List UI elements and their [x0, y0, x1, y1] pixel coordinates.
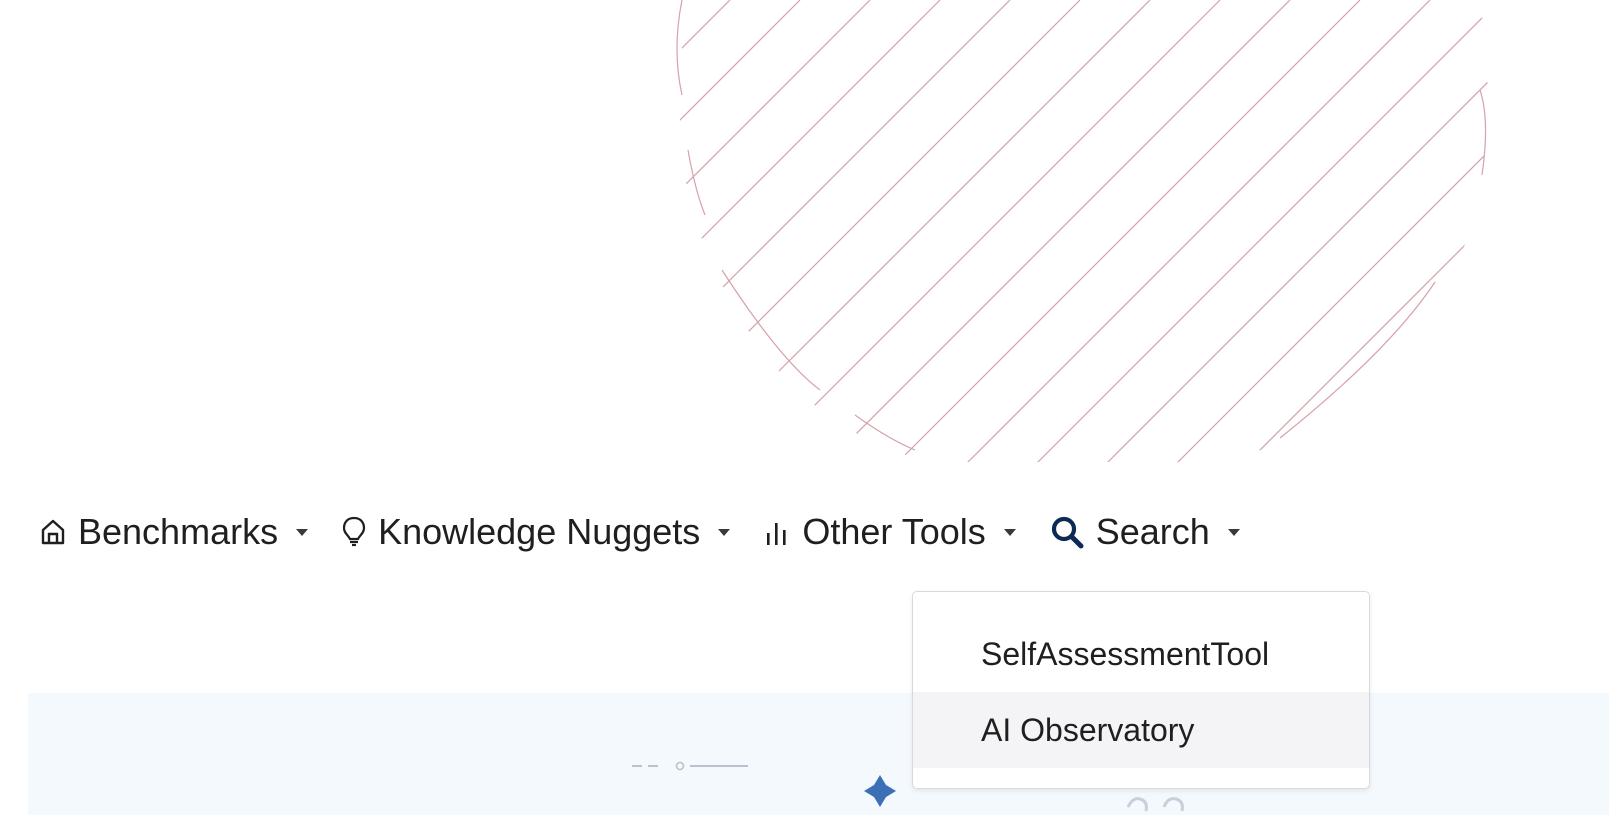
search-icon [1050, 515, 1084, 549]
nav-item-other-tools[interactable]: Other Tools [764, 511, 1016, 553]
page: Benchmarks Knowledge Nuggets Other Tools… [0, 0, 1609, 815]
banner-decoration [632, 761, 1184, 812]
main-navbar: Benchmarks Knowledge Nuggets Other Tools… [40, 500, 1274, 564]
nav-item-label: Search [1095, 511, 1210, 552]
lightbulb-icon [342, 516, 366, 548]
other-tools-dropdown-menu: SelfAssessmentTool AI Observatory [912, 591, 1370, 789]
hatched-circle-decoration [676, 0, 1488, 462]
dropdown-item-self-assessment-tool[interactable]: SelfAssessmentTool [913, 616, 1369, 692]
bar-chart-icon [764, 517, 790, 547]
home-icon [40, 518, 66, 546]
hero-banner [28, 693, 1609, 815]
dropdown-item-label: AI Observatory [981, 711, 1195, 748]
chevron-down-icon [1227, 528, 1240, 536]
nav-item-label: Knowledge Nuggets [378, 511, 701, 552]
nav-item-knowledge-nuggets[interactable]: Knowledge Nuggets [342, 511, 731, 553]
chevron-down-icon [718, 528, 731, 536]
nav-item-label: Other Tools [802, 511, 986, 552]
chevron-down-icon [1003, 528, 1016, 536]
dropdown-item-ai-observatory[interactable]: AI Observatory [913, 692, 1369, 768]
chevron-down-icon [296, 528, 309, 536]
nav-item-benchmarks[interactable]: Benchmarks [40, 511, 309, 553]
nav-item-search[interactable]: Search [1050, 511, 1240, 553]
dropdown-item-label: SelfAssessmentTool [981, 635, 1270, 672]
nav-item-label: Benchmarks [78, 511, 279, 552]
